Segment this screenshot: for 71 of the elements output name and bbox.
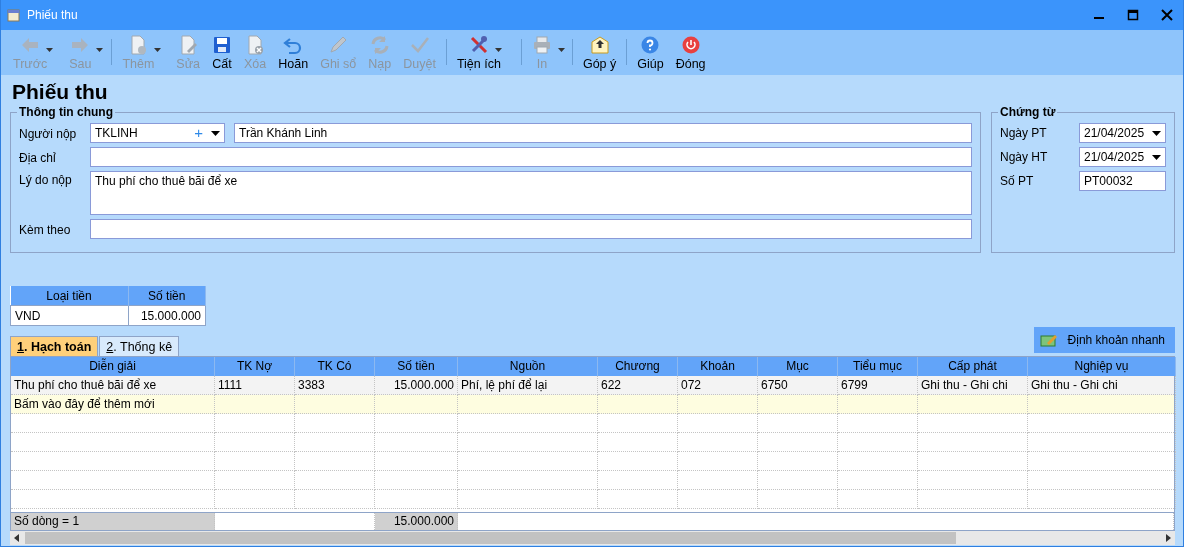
input-field[interactable]: Thu phí cho thuê bãi để xe bbox=[90, 171, 972, 215]
tools-icon bbox=[468, 35, 489, 55]
page-title: Phiếu thu bbox=[12, 79, 109, 105]
horizontal-scrollbar[interactable] bbox=[10, 531, 1175, 545]
envelope-icon bbox=[589, 35, 610, 55]
column-header: Tiểu mục bbox=[838, 357, 918, 376]
undo-arrow-icon bbox=[283, 35, 304, 55]
payer-name-field[interactable]: Trần Khánh Linh bbox=[234, 123, 972, 143]
column-header: Chương bbox=[598, 357, 678, 376]
scroll-left-icon[interactable] bbox=[13, 534, 21, 542]
field-label: Lý do nộp bbox=[19, 172, 73, 187]
new-row-hint[interactable]: Bấm vào đây để thêm mới bbox=[11, 395, 215, 414]
column-header: Diễn giải bbox=[11, 357, 215, 376]
date-field[interactable]: 21/04/2025 bbox=[1079, 123, 1166, 143]
input-field[interactable] bbox=[90, 219, 972, 239]
close-icon[interactable] bbox=[1161, 9, 1173, 21]
column-header: Nguồn bbox=[458, 357, 598, 376]
help-icon bbox=[640, 35, 661, 55]
column-header: Cấp phát bbox=[918, 357, 1028, 376]
column-header: Số tiền bbox=[128, 286, 206, 306]
printer-icon bbox=[531, 35, 552, 55]
power-icon bbox=[680, 35, 701, 55]
pencil-icon bbox=[328, 35, 349, 55]
toolbar-button[interactable]: Giúp bbox=[631, 35, 670, 71]
tab[interactable]: 1. Hạch toán bbox=[10, 336, 99, 356]
app-icon bbox=[7, 8, 21, 22]
toolbar-button[interactable]: Tiện ích bbox=[450, 35, 517, 71]
scroll-right-icon[interactable] bbox=[1164, 534, 1172, 542]
field-label: Số PT bbox=[1000, 174, 1035, 188]
field-label: Ngày HT bbox=[1000, 150, 1049, 164]
column-header: Khoản bbox=[678, 357, 758, 376]
toolbar-button[interactable]: Hoãn bbox=[272, 35, 315, 71]
window-title: Phiếu thu bbox=[27, 8, 78, 22]
checkmark-icon bbox=[409, 35, 430, 55]
maximize-icon[interactable] bbox=[1127, 9, 1139, 21]
column-header: Mục bbox=[758, 357, 838, 376]
table-cell: VND bbox=[10, 305, 128, 326]
column-header: Số tiền bbox=[375, 357, 458, 376]
field-label: Kèm theo bbox=[19, 222, 72, 237]
row-count: Số dòng = 1 bbox=[11, 513, 215, 530]
field-label: Địa chỉ bbox=[19, 150, 57, 165]
payer-code-combo[interactable]: TKLINH + bbox=[90, 123, 225, 143]
refresh-icon bbox=[369, 35, 390, 55]
card-pencil-icon bbox=[1039, 333, 1058, 347]
dropdown-caret-icon[interactable] bbox=[211, 130, 220, 136]
toolbar-button[interactable]: Đóng bbox=[669, 35, 712, 71]
add-button[interactable]: + bbox=[194, 125, 211, 141]
column-header: Nghiệp vụ bbox=[1028, 357, 1176, 376]
toolbar-button[interactable]: Cất bbox=[206, 35, 239, 71]
toolbar-button[interactable]: Góp ý bbox=[576, 35, 623, 71]
table-cell: 15.000.000 bbox=[128, 305, 206, 326]
forward-arrow-icon bbox=[70, 35, 91, 55]
date-field[interactable]: 21/04/2025 bbox=[1079, 147, 1166, 167]
field-label: Ngày PT bbox=[1000, 126, 1048, 140]
scroll-thumb[interactable] bbox=[25, 532, 956, 544]
total-amount: 15.000.000 bbox=[375, 513, 458, 530]
input-field[interactable]: PT00032 bbox=[1079, 171, 1166, 191]
column-header: Loại tiền bbox=[10, 286, 128, 306]
group-title: Chứng từ bbox=[999, 105, 1057, 119]
dropdown-caret-icon bbox=[1152, 154, 1161, 160]
group-title: Thông tin chung bbox=[18, 105, 114, 119]
column-header: TK Nợ bbox=[215, 357, 295, 376]
dropdown-caret-icon bbox=[1152, 130, 1161, 136]
new-document-icon bbox=[128, 35, 149, 55]
delete-document-icon bbox=[245, 35, 266, 55]
column-header: TK Có bbox=[295, 357, 375, 376]
input-field[interactable] bbox=[90, 147, 972, 167]
edit-document-icon bbox=[178, 35, 199, 55]
tab[interactable]: 2. Thống kê bbox=[99, 336, 180, 356]
quick-entry-button[interactable]: Định khoản nhanh bbox=[1033, 327, 1175, 353]
field-label: Người nộp bbox=[19, 126, 78, 141]
